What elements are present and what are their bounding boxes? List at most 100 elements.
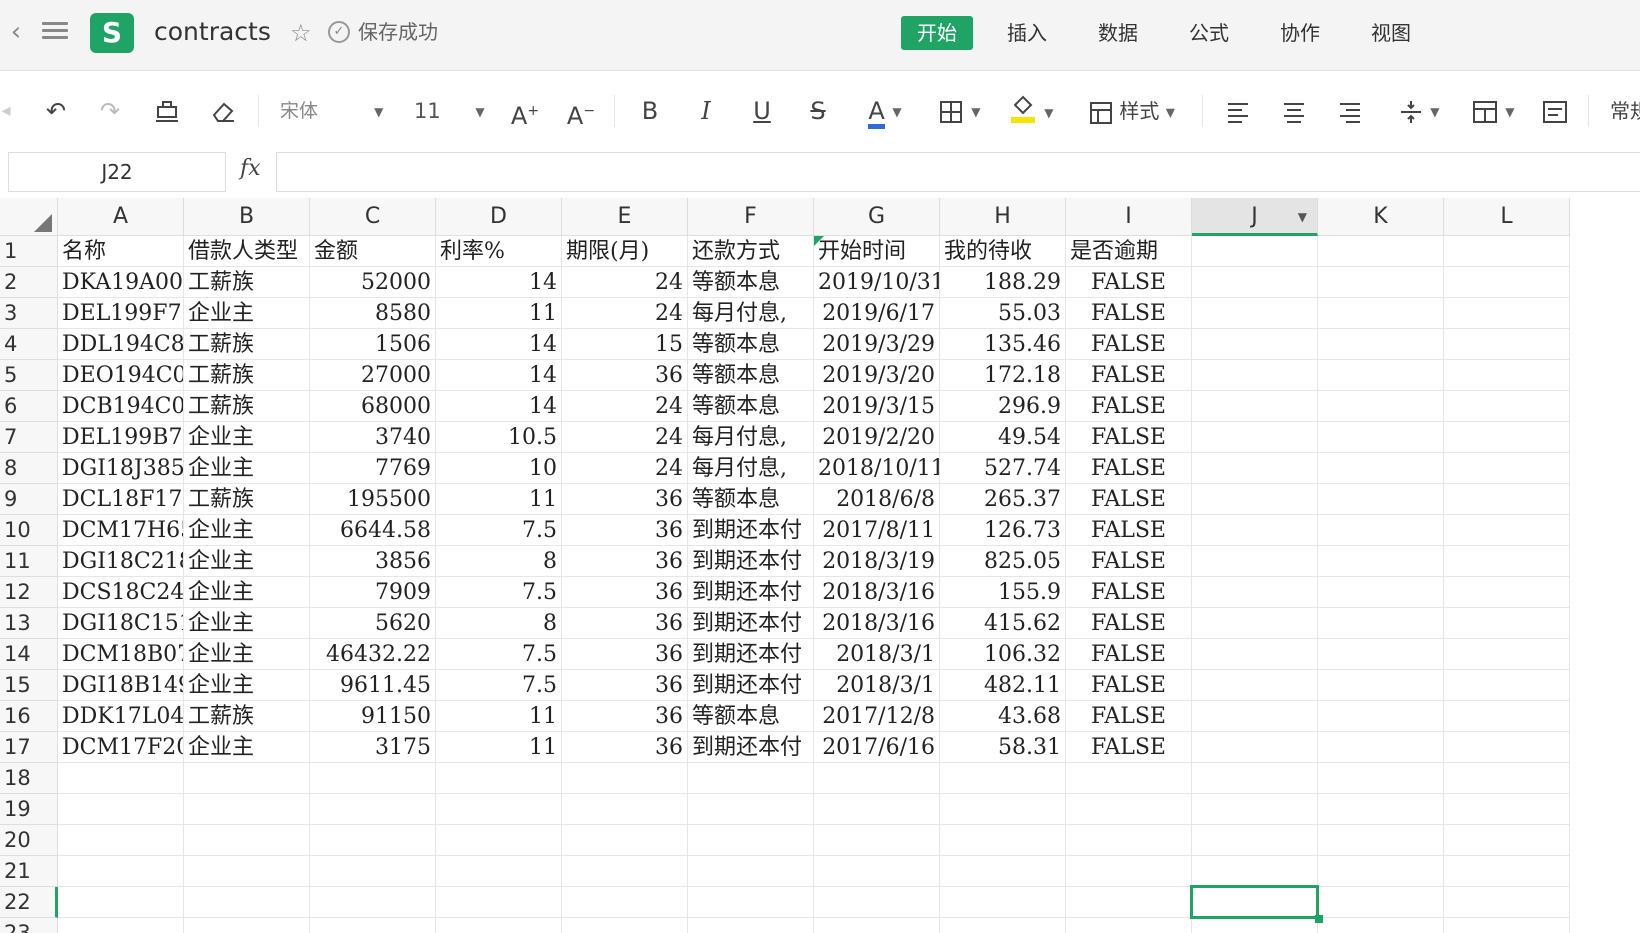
table-cell[interactable]: 1506 (310, 329, 436, 360)
format-painter-icon[interactable] (150, 93, 184, 129)
table-cell[interactable]: FALSE (1066, 298, 1192, 329)
table-cell[interactable]: 3740 (310, 422, 436, 453)
hamburger-menu-icon[interactable] (40, 18, 70, 48)
decrease-font-icon[interactable]: A− (564, 93, 598, 130)
table-cell[interactable]: DCB194C02 (58, 391, 184, 422)
back-icon[interactable]: ‹ (4, 16, 28, 48)
table-cell[interactable] (814, 794, 940, 825)
table-cell[interactable] (1318, 639, 1444, 670)
table-cell[interactable]: 825.05 (940, 546, 1066, 577)
table-cell[interactable]: 58.31 (940, 732, 1066, 763)
row-header-7[interactable]: 7 (0, 422, 58, 453)
table-cell[interactable]: 等额本息 (688, 701, 814, 732)
table-cell[interactable]: 到期还本付 (688, 515, 814, 546)
number-format-select[interactable]: 常規 (1610, 93, 1640, 129)
table-cell[interactable]: 91150 (310, 701, 436, 732)
table-cell[interactable] (1318, 422, 1444, 453)
table-cell[interactable]: 2019/10/31 (814, 267, 940, 298)
table-cell[interactable]: 36 (562, 546, 688, 577)
table-cell[interactable]: 36 (562, 639, 688, 670)
table-cell[interactable] (1192, 639, 1318, 670)
table-cell[interactable] (1192, 391, 1318, 422)
table-cell[interactable]: 到期还本付 (688, 732, 814, 763)
table-cell[interactable]: 36 (562, 515, 688, 546)
table-cell[interactable]: 8 (436, 608, 562, 639)
font-color-button[interactable]: A ▼ (856, 93, 914, 129)
increase-font-icon[interactable]: A+ (508, 93, 542, 130)
table-cell[interactable]: 7769 (310, 453, 436, 484)
italic-icon[interactable]: I (690, 93, 722, 129)
table-cell[interactable]: 等额本息 (688, 267, 814, 298)
table-cell[interactable] (814, 763, 940, 794)
table-cell[interactable]: 到期还本付 (688, 546, 814, 577)
table-cell[interactable]: 企业主 (184, 670, 310, 701)
table-cell[interactable]: 等额本息 (688, 360, 814, 391)
table-cell[interactable] (310, 856, 436, 887)
table-cell[interactable] (1444, 453, 1570, 484)
table-cell[interactable] (184, 918, 310, 933)
table-cell[interactable] (1318, 856, 1444, 887)
table-cell[interactable]: 24 (562, 267, 688, 298)
table-cell[interactable] (562, 825, 688, 856)
table-cell[interactable] (1066, 856, 1192, 887)
table-cell[interactable]: 2018/10/11 (814, 453, 940, 484)
tab-insert[interactable]: 插入 (991, 16, 1063, 50)
table-cell[interactable]: 36 (562, 670, 688, 701)
table-cell[interactable] (1318, 546, 1444, 577)
align-right-icon[interactable] (1334, 93, 1366, 129)
table-cell[interactable]: FALSE (1066, 267, 1192, 298)
table-cell[interactable]: 企业主 (184, 577, 310, 608)
table-cell[interactable] (1318, 825, 1444, 856)
row-header-11[interactable]: 11 (0, 546, 58, 577)
table-cell[interactable]: DEO194C02 (58, 360, 184, 391)
table-cell[interactable] (940, 918, 1066, 933)
table-cell[interactable]: 企业主 (184, 298, 310, 329)
table-cell[interactable]: 2019/3/29 (814, 329, 940, 360)
row-header-1[interactable]: 1 (0, 236, 58, 267)
styles-button[interactable]: 样式 ▼ (1080, 93, 1184, 129)
table-cell[interactable]: 2019/3/20 (814, 360, 940, 391)
table-cell[interactable]: 工薪族 (184, 360, 310, 391)
table-cell[interactable]: 36 (562, 484, 688, 515)
table-cell[interactable] (688, 794, 814, 825)
table-cell[interactable]: 296.9 (940, 391, 1066, 422)
table-cell[interactable]: 企业主 (184, 453, 310, 484)
table-cell[interactable] (1318, 360, 1444, 391)
table-cell[interactable]: 等额本息 (688, 329, 814, 360)
table-cell[interactable]: FALSE (1066, 453, 1192, 484)
table-cell[interactable] (1066, 887, 1192, 918)
table-cell[interactable] (1192, 422, 1318, 453)
table-cell[interactable]: 10 (436, 453, 562, 484)
vertical-align-button[interactable]: ▼ (1390, 93, 1448, 129)
row-header-4[interactable]: 4 (0, 329, 58, 360)
table-cell[interactable]: 企业主 (184, 422, 310, 453)
table-cell[interactable] (1444, 298, 1570, 329)
table-cell[interactable]: FALSE (1066, 670, 1192, 701)
table-cell[interactable] (436, 763, 562, 794)
header-cell[interactable]: 开始时间 (814, 236, 940, 267)
table-cell[interactable] (1192, 453, 1318, 484)
star-icon[interactable]: ☆ (290, 18, 312, 48)
table-cell[interactable]: DDK17L044 (58, 701, 184, 732)
table-cell[interactable]: 36 (562, 360, 688, 391)
table-cell[interactable]: 49.54 (940, 422, 1066, 453)
table-cell[interactable]: 11 (436, 298, 562, 329)
table-cell[interactable] (436, 887, 562, 918)
table-cell[interactable]: 工薪族 (184, 267, 310, 298)
table-cell[interactable] (688, 856, 814, 887)
table-cell[interactable]: 到期还本付 (688, 670, 814, 701)
document-title[interactable]: contracts (154, 14, 271, 50)
row-header-6[interactable]: 6 (0, 391, 58, 422)
table-cell[interactable] (562, 856, 688, 887)
table-cell[interactable]: 企业主 (184, 732, 310, 763)
table-cell[interactable]: 36 (562, 577, 688, 608)
column-header-l[interactable]: L (1444, 198, 1570, 236)
strikethrough-icon[interactable]: S (802, 93, 834, 129)
row-header-5[interactable]: 5 (0, 360, 58, 391)
row-header-3[interactable]: 3 (0, 298, 58, 329)
table-cell[interactable]: 14 (436, 360, 562, 391)
table-cell[interactable] (310, 918, 436, 933)
table-cell[interactable]: FALSE (1066, 329, 1192, 360)
table-cell[interactable] (1192, 267, 1318, 298)
table-cell[interactable] (1192, 701, 1318, 732)
